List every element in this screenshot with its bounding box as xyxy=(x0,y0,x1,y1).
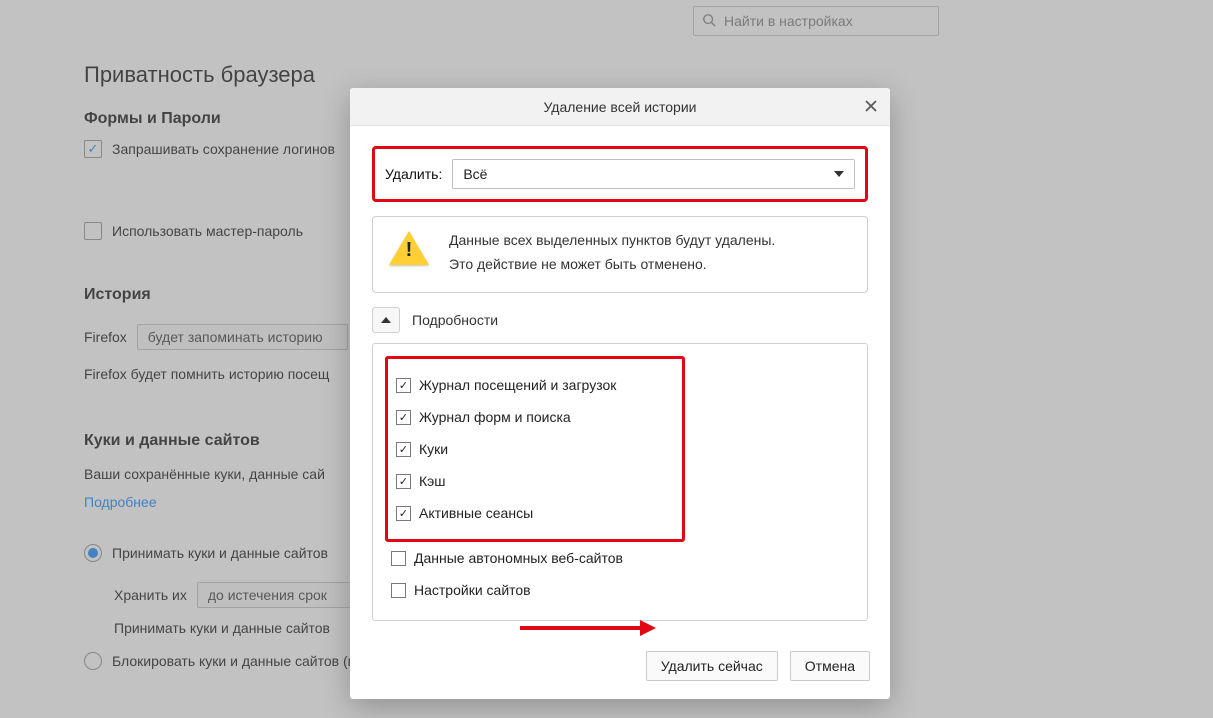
checked-items-highlight: Журнал посещений и загрузок Журнал форм … xyxy=(385,356,685,542)
time-range-value: Всё xyxy=(463,166,487,182)
chk-sessions-row[interactable]: Активные сеансы xyxy=(396,497,674,529)
dialog-title: Удаление всей истории xyxy=(543,99,696,115)
warning-line-2: Это действие не может быть отменено. xyxy=(449,255,775,275)
dialog-footer: Удалить сейчас Отмена xyxy=(350,637,890,699)
warning-text: Данные всех выделенных пунктов будут уда… xyxy=(449,231,775,278)
chk-history-label: Журнал посещений и загрузок xyxy=(419,377,616,393)
chk-cache[interactable] xyxy=(396,474,411,489)
chk-cache-row[interactable]: Кэш xyxy=(396,465,674,497)
warning-line-1: Данные всех выделенных пунктов будут уда… xyxy=(449,231,775,251)
chk-offline-label: Данные автономных веб-сайтов xyxy=(414,550,623,566)
chk-history-row[interactable]: Журнал посещений и загрузок xyxy=(396,369,674,401)
chk-cookies[interactable] xyxy=(396,442,411,457)
chk-site-settings-row[interactable]: Настройки сайтов xyxy=(385,574,855,606)
chk-forms[interactable] xyxy=(396,410,411,425)
chk-offline[interactable] xyxy=(391,551,406,566)
details-toggle[interactable]: Подробности xyxy=(372,307,868,333)
chk-cookies-row[interactable]: Куки xyxy=(396,433,674,465)
clear-history-dialog: Удаление всей истории Удалить: Всё ! Дан xyxy=(350,88,890,699)
chk-forms-row[interactable]: Журнал форм и поиска xyxy=(396,401,674,433)
chk-site-settings-label: Настройки сайтов xyxy=(414,582,531,598)
chk-cache-label: Кэш xyxy=(419,473,446,489)
details-label: Подробности xyxy=(412,312,498,328)
annotation-arrow xyxy=(520,620,656,636)
caret-down-icon xyxy=(834,171,844,177)
chk-site-settings[interactable] xyxy=(391,583,406,598)
close-icon xyxy=(865,99,877,115)
delete-now-button[interactable]: Удалить сейчас xyxy=(646,651,778,681)
dialog-header: Удаление всей истории xyxy=(350,88,890,126)
chk-offline-row[interactable]: Данные автономных веб-сайтов xyxy=(385,542,855,574)
delete-label: Удалить: xyxy=(385,166,442,182)
delete-now-label: Удалить сейчас xyxy=(661,658,763,674)
details-panel: Журнал посещений и загрузок Журнал форм … xyxy=(372,343,868,621)
cancel-label: Отмена xyxy=(805,658,855,674)
chk-sessions-label: Активные сеансы xyxy=(419,505,533,521)
time-range-select[interactable]: Всё xyxy=(452,159,855,189)
warning-box: ! Данные всех выделенных пунктов будут у… xyxy=(372,216,868,293)
arrow-head-icon xyxy=(640,620,656,636)
chk-cookies-label: Куки xyxy=(419,441,448,457)
chk-history[interactable] xyxy=(396,378,411,393)
close-button[interactable] xyxy=(860,96,882,118)
chk-forms-label: Журнал форм и поиска xyxy=(419,409,571,425)
chevron-up-icon xyxy=(381,317,391,323)
chk-sessions[interactable] xyxy=(396,506,411,521)
time-range-highlight: Удалить: Всё xyxy=(372,146,868,202)
toggle-button[interactable] xyxy=(372,307,400,333)
warning-icon: ! xyxy=(389,231,429,267)
cancel-button[interactable]: Отмена xyxy=(790,651,870,681)
dialog-body: Удалить: Всё ! Данные всех выделенных пу… xyxy=(350,126,890,637)
